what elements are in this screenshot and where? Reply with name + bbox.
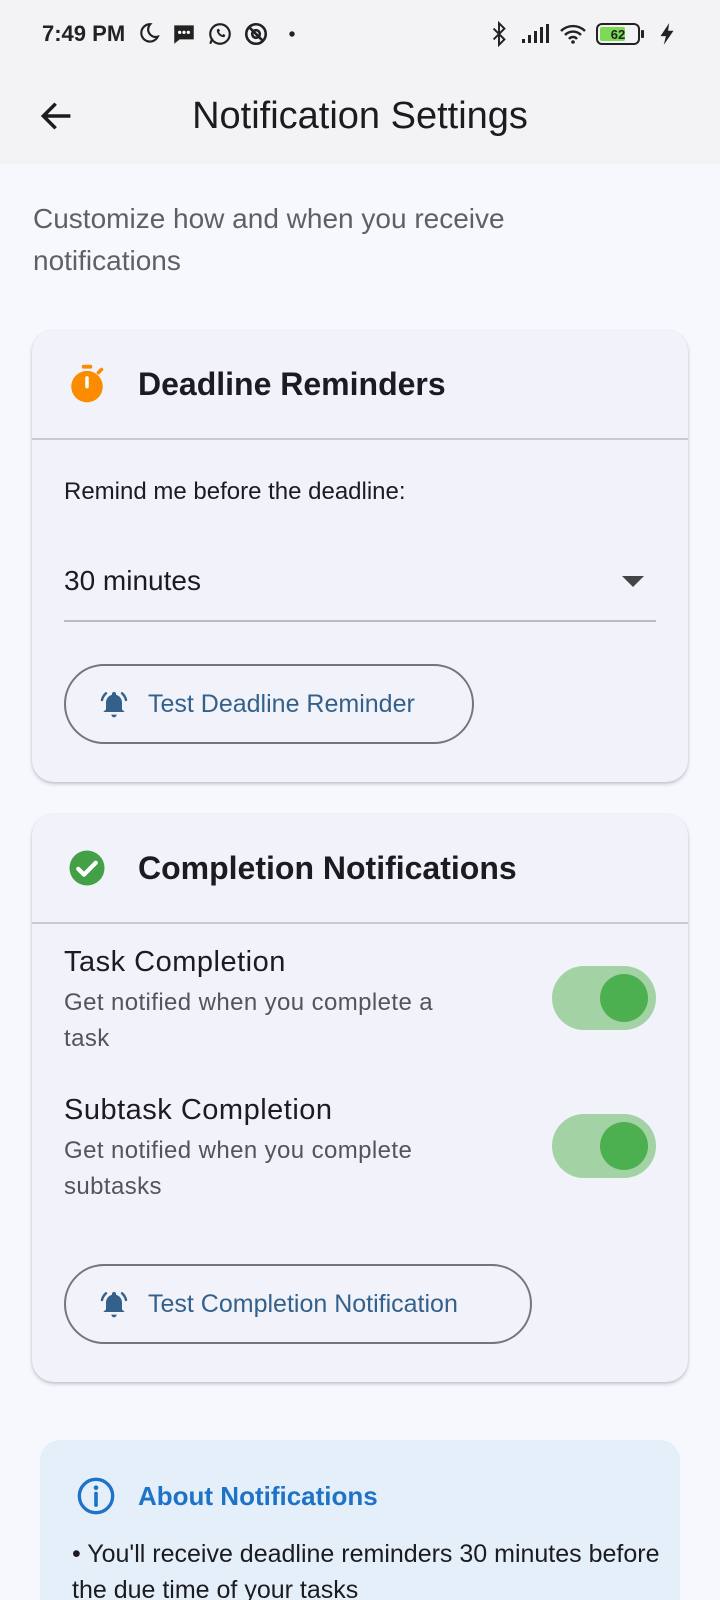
card-header: Completion Notifications	[32, 814, 688, 924]
task-completion-setting: Task Completion Get notified when you co…	[64, 946, 656, 1066]
setting-description: Get notified when you complete a task	[64, 989, 434, 1052]
app-bar: Notification Settings	[0, 68, 720, 164]
status-right: 62	[486, 21, 680, 47]
completion-notifications-card: Completion Notifications Task Completion…	[32, 814, 688, 1382]
battery-level: 62	[610, 26, 626, 42]
status-left: 7:49 PM	[42, 21, 305, 47]
bell-ring-icon	[100, 1292, 128, 1318]
moon-icon	[135, 21, 161, 47]
about-notifications-card: About Notifications • You'll receive dea…	[40, 1440, 680, 1600]
deadline-reminders-card: Deadline Reminders Remind me before the …	[32, 330, 688, 782]
reminder-time-dropdown[interactable]: 30 minutes	[64, 542, 656, 622]
wifi-icon	[558, 21, 588, 47]
card-title: Deadline Reminders	[138, 365, 446, 402]
button-label: Test Deadline Reminder	[148, 689, 415, 718]
subtask-completion-toggle[interactable]	[552, 1114, 656, 1178]
toggle-knob	[600, 974, 648, 1022]
charging-icon	[654, 21, 680, 47]
task-completion-toggle[interactable]	[552, 966, 656, 1030]
info-body: • You'll receive deadline reminders 30 m…	[72, 1540, 660, 1600]
page-subtitle: Customize how and when you receive notif…	[33, 203, 505, 276]
status-bar: 7:49 PM 62	[0, 0, 720, 68]
toggle-knob	[600, 1122, 648, 1170]
info-header: About Notifications	[76, 1476, 378, 1516]
signal-icon	[520, 21, 550, 47]
setting-description: Get notified when you complete subtasks	[64, 1137, 413, 1200]
test-deadline-reminder-button[interactable]: Test Deadline Reminder	[64, 664, 474, 744]
at-sign-icon	[243, 21, 269, 47]
bell-ring-icon	[100, 692, 128, 718]
card-header: Deadline Reminders	[32, 330, 688, 440]
button-label: Test Completion Notification	[148, 1289, 458, 1318]
check-circle-icon	[69, 850, 105, 886]
info-title: About Notifications	[138, 1480, 378, 1511]
battery-icon: 62	[596, 23, 644, 45]
back-button[interactable]	[30, 90, 82, 142]
timer-icon	[71, 364, 104, 403]
dropdown-arrow-icon	[622, 575, 644, 587]
message-icon	[171, 21, 197, 47]
remind-label: Remind me before the deadline:	[64, 478, 406, 505]
dot-icon	[279, 21, 305, 47]
info-icon	[77, 1477, 115, 1515]
arrow-back-icon	[40, 102, 71, 130]
card-title: Completion Notifications	[138, 849, 517, 886]
status-time: 7:49 PM	[42, 21, 126, 46]
dropdown-value: 30 minutes	[64, 565, 201, 596]
whatsapp-icon	[207, 21, 233, 47]
subtask-completion-setting: Subtask Completion Get notified when you…	[64, 1094, 656, 1214]
page-title: Notification Settings	[192, 94, 528, 137]
test-completion-notification-button[interactable]: Test Completion Notification	[64, 1264, 532, 1344]
bluetooth-icon	[486, 21, 512, 47]
